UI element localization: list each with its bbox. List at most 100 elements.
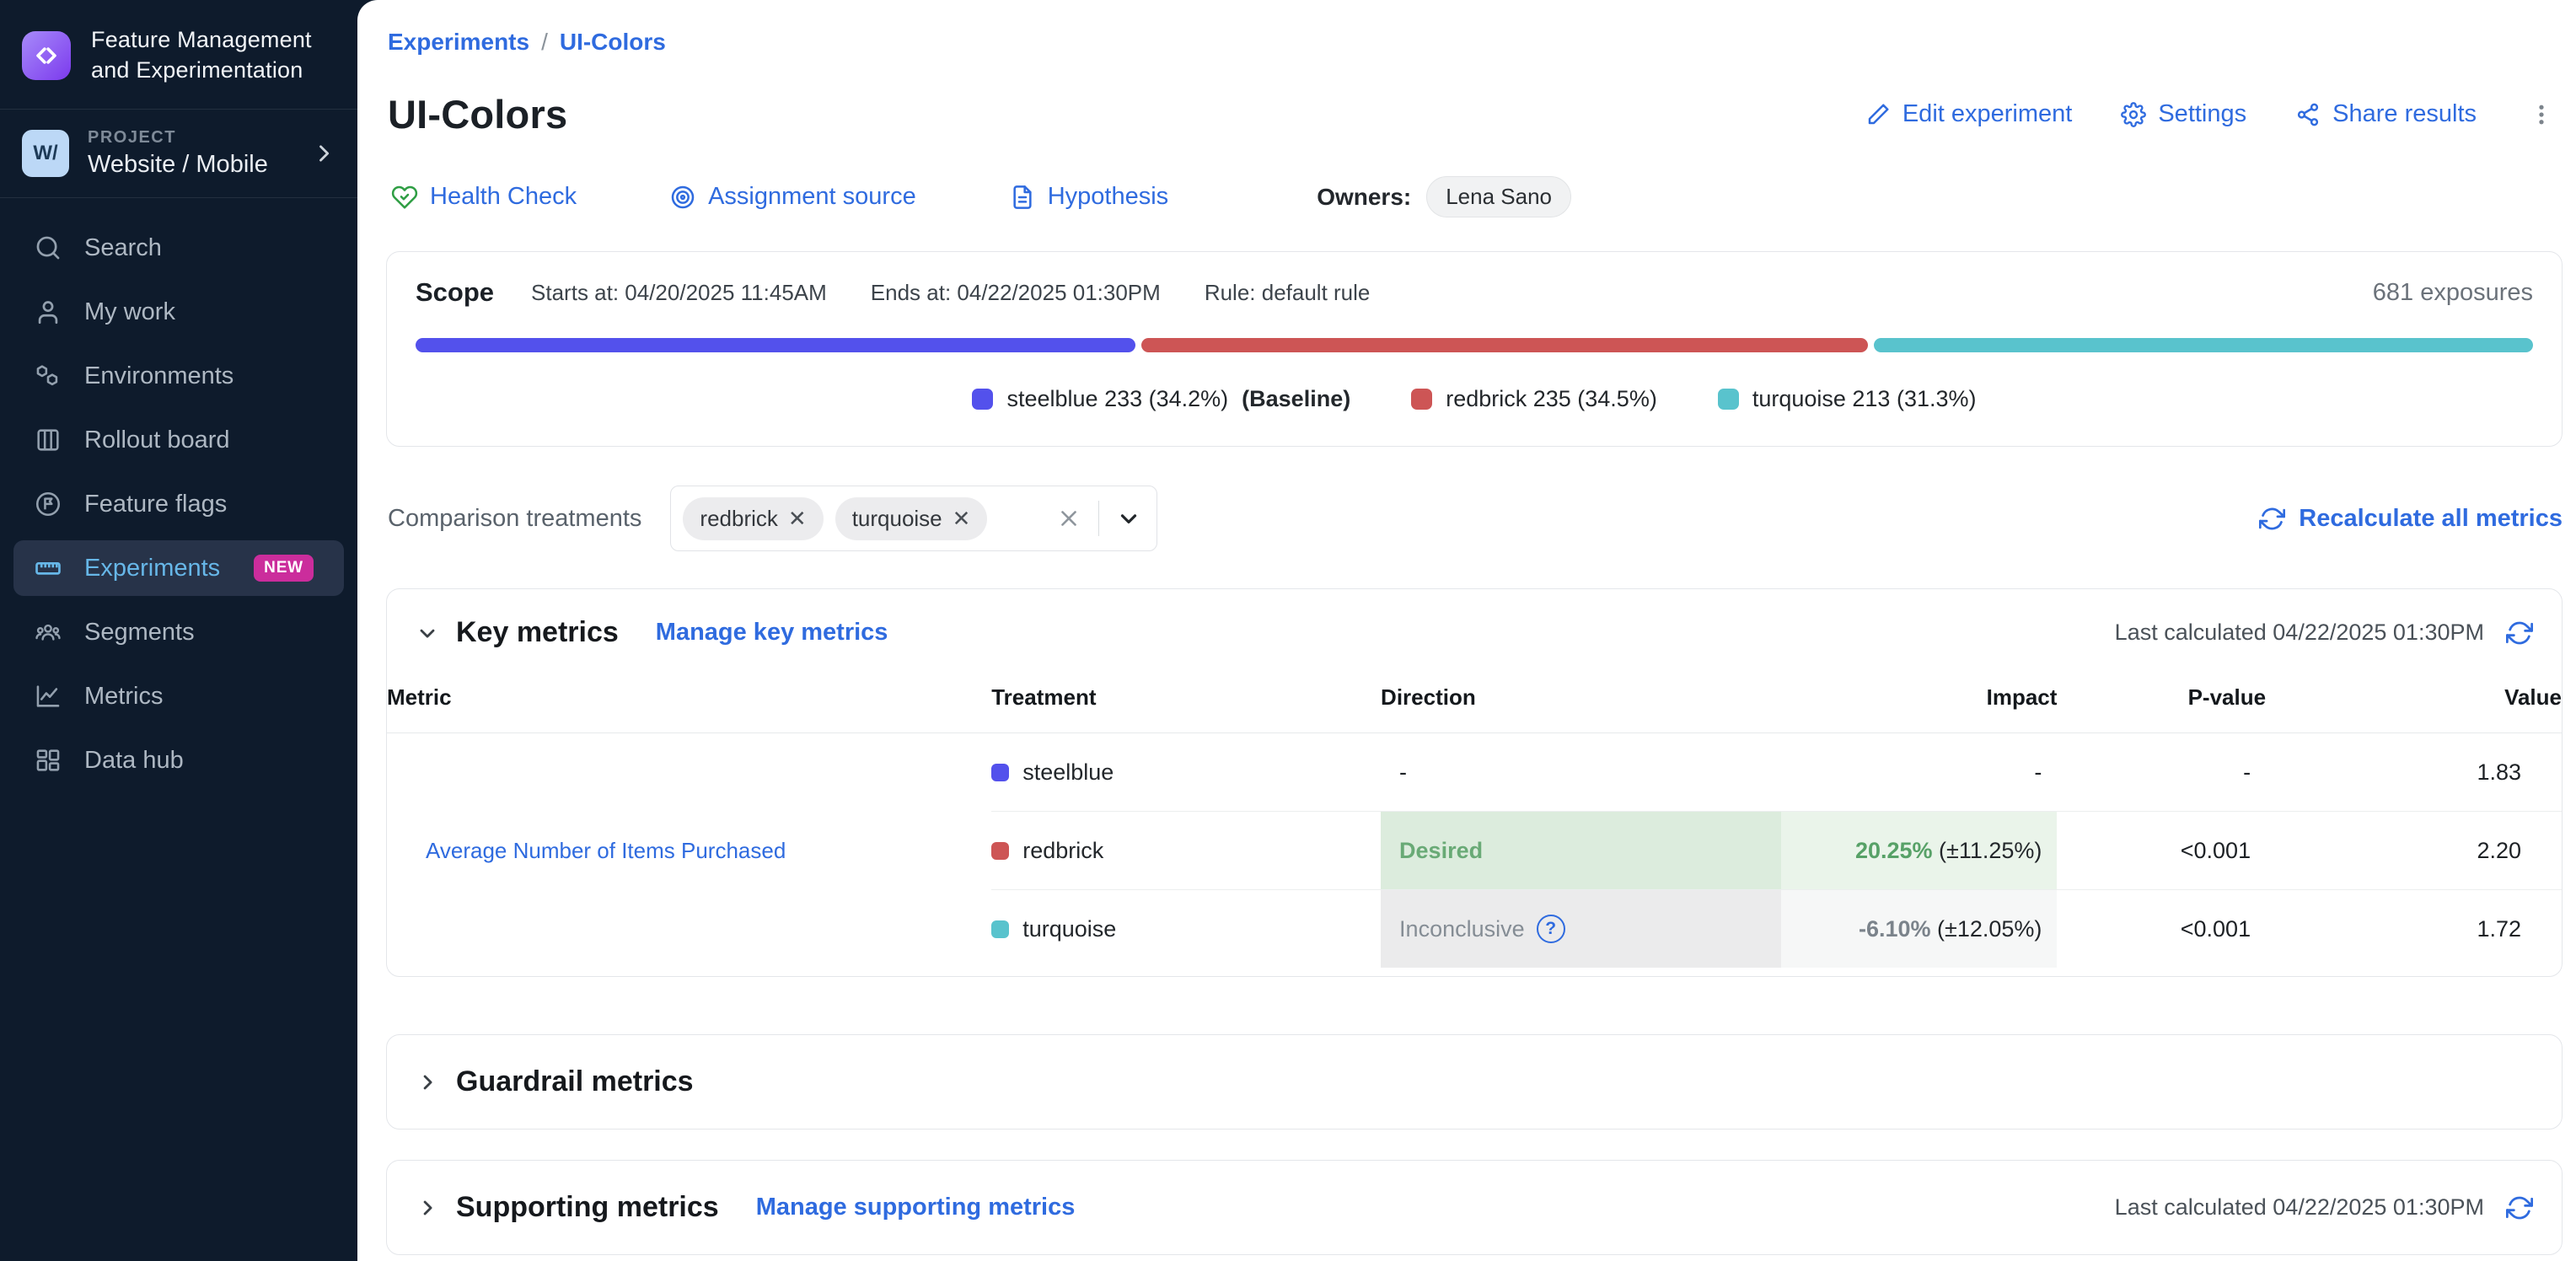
- impact-cell-desired: 20.25% (±11.25%): [1781, 812, 2058, 890]
- sidebar-item-experiments[interactable]: Experiments NEW: [13, 540, 344, 596]
- column-header-impact: Impact: [1781, 676, 2058, 733]
- sidebar-item-data-hub[interactable]: Data hub: [13, 732, 344, 788]
- main-content: Experiments / UI-Colors UI-Colors Edit e…: [357, 0, 2576, 1261]
- refresh-icon[interactable]: [2506, 620, 2533, 647]
- help-question-icon[interactable]: ?: [1537, 915, 1565, 943]
- pencil-icon: [1865, 102, 1891, 127]
- direction-cell: -: [1381, 733, 1781, 812]
- new-badge: NEW: [254, 555, 314, 582]
- sidebar-item-search[interactable]: Search: [13, 220, 344, 276]
- value-cell: 1.83: [2266, 733, 2562, 812]
- recalculate-all-metrics-button[interactable]: Recalculate all metrics: [2259, 505, 2563, 533]
- sidebar: Feature Management and Experimentation W…: [0, 0, 357, 1261]
- distribution-legend: steelblue 233 (34.2%) (Baseline) redbric…: [416, 386, 2533, 412]
- chevron-down-icon[interactable]: [1116, 506, 1141, 531]
- sidebar-item-rollout-board[interactable]: Rollout board: [13, 412, 344, 468]
- scope-title: Scope: [416, 277, 494, 308]
- document-icon: [1009, 184, 1036, 211]
- exposures-count: 681 exposures: [2373, 279, 2533, 307]
- direction-cell-inconclusive: Inconclusive ?: [1381, 890, 1781, 969]
- turquoise-swatch: [1718, 389, 1739, 410]
- app-logo-row[interactable]: Feature Management and Experimentation: [0, 0, 357, 109]
- impact-cell-inconclusive: -6.10% (±12.05%): [1781, 890, 2058, 969]
- key-metrics-table: Metric Treatment Direction Impact P-valu…: [387, 676, 2562, 968]
- clear-all-icon[interactable]: [1056, 506, 1081, 531]
- baseline-tag: (Baseline): [1242, 386, 1350, 412]
- user-icon: [34, 298, 62, 326]
- project-switcher[interactable]: W/ PROJECT Website / Mobile: [0, 110, 357, 197]
- page-title: UI-Colors: [388, 91, 567, 137]
- chip-redbrick: redbrick ✕: [683, 497, 823, 540]
- sidebar-item-environments[interactable]: Environments: [13, 348, 344, 404]
- sidebar-nav: Search My work Environments Rollout boar…: [0, 198, 357, 810]
- legend-item-steelblue: steelblue 233 (34.2%) (Baseline): [972, 386, 1350, 412]
- hexagons-icon: [34, 362, 62, 390]
- manage-key-metrics-link[interactable]: Manage key metrics: [656, 619, 888, 647]
- breadcrumb: Experiments / UI-Colors: [386, 29, 2563, 56]
- direction-cell-desired: Desired: [1381, 812, 1781, 890]
- legend-item-turquoise: turquoise 213 (31.3%): [1718, 386, 1977, 412]
- scope-rule: Rule: default rule: [1205, 280, 1371, 306]
- impact-cell: -: [1781, 733, 2058, 812]
- p-value-cell: <0.001: [2057, 890, 2266, 969]
- comparison-treatments-row: Comparison treatments redbrick ✕ turquoi…: [386, 486, 2563, 551]
- treatments-multiselect[interactable]: redbrick ✕ turquoise ✕: [670, 486, 1157, 551]
- app-title: Feature Management and Experimentation: [91, 25, 312, 85]
- collapse-chevron-right-icon[interactable]: [416, 1196, 439, 1220]
- supporting-metrics-title: Supporting metrics: [456, 1191, 719, 1224]
- settings-button[interactable]: Settings: [2121, 100, 2246, 128]
- gear-icon: [2121, 102, 2146, 127]
- collapse-chevron-right-icon[interactable]: [416, 1071, 439, 1094]
- sidebar-item-segments[interactable]: Segments: [13, 604, 344, 660]
- board-columns-icon: [34, 426, 62, 454]
- table-row-steelblue: Average Number of Items Purchased steelb…: [387, 733, 2562, 812]
- breadcrumb-current-link[interactable]: UI-Colors: [560, 29, 666, 56]
- project-label: PROJECT: [88, 128, 293, 148]
- breadcrumb-separator: /: [541, 29, 548, 56]
- share-results-button[interactable]: Share results: [2295, 100, 2477, 128]
- app-logo-icon: [22, 31, 71, 80]
- scope-starts-at: Starts at: 04/20/2025 11:45AM: [531, 280, 827, 306]
- assignment-source-link[interactable]: Assignment source: [669, 183, 916, 211]
- chip-turquoise: turquoise ✕: [835, 497, 988, 540]
- sidebar-item-metrics[interactable]: Metrics: [13, 668, 344, 724]
- remove-chip-icon[interactable]: ✕: [953, 507, 971, 529]
- target-icon: [669, 184, 696, 211]
- more-options-kebab-icon[interactable]: [2520, 100, 2563, 129]
- last-calculated-text: Last calculated 04/22/2025 01:30PM: [2115, 1194, 2484, 1221]
- project-name: Website / Mobile: [88, 151, 293, 179]
- edit-experiment-button[interactable]: Edit experiment: [1865, 100, 2073, 128]
- manage-supporting-metrics-link[interactable]: Manage supporting metrics: [756, 1194, 1076, 1221]
- hypothesis-link[interactable]: Hypothesis: [1009, 183, 1168, 211]
- redbrick-dot: [991, 842, 1009, 860]
- sidebar-item-my-work[interactable]: My work: [13, 284, 344, 340]
- remove-chip-icon[interactable]: ✕: [788, 507, 807, 529]
- collapse-chevron-down-icon[interactable]: [416, 621, 439, 645]
- chevron-right-icon: [312, 142, 335, 165]
- data-hub-icon: [34, 746, 62, 775]
- flag-circle-icon: [34, 490, 62, 518]
- search-icon: [34, 233, 62, 262]
- breadcrumb-experiments-link[interactable]: Experiments: [388, 29, 529, 56]
- column-header-metric: Metric: [387, 676, 991, 733]
- steelblue-swatch: [972, 389, 993, 410]
- turquoise-dot: [991, 920, 1009, 938]
- guardrail-metrics-title: Guardrail metrics: [456, 1065, 694, 1098]
- last-calculated-text: Last calculated 04/22/2025 01:30PM: [2115, 620, 2484, 646]
- column-header-p-value: P-value: [2057, 676, 2266, 733]
- sidebar-item-feature-flags[interactable]: Feature flags: [13, 476, 344, 532]
- column-header-value: Value: [2266, 676, 2562, 733]
- p-value-cell: -: [2057, 733, 2266, 812]
- scope-card: Scope Starts at: 04/20/2025 11:45AM Ends…: [386, 251, 2563, 447]
- refresh-icon[interactable]: [2506, 1194, 2533, 1221]
- column-header-direction: Direction: [1381, 676, 1781, 733]
- distribution-segment-steelblue: [416, 338, 1135, 352]
- redbrick-swatch: [1411, 389, 1432, 410]
- guardrail-metrics-card: Guardrail metrics: [386, 1034, 2563, 1130]
- ruler-icon: [34, 554, 62, 582]
- owner-pill[interactable]: Lena Sano: [1426, 176, 1571, 217]
- legend-item-redbrick: redbrick 235 (34.5%): [1411, 386, 1657, 412]
- key-metrics-card: Key metrics Manage key metrics Last calc…: [386, 588, 2563, 977]
- metric-name-link[interactable]: Average Number of Items Purchased: [426, 838, 786, 863]
- health-check-link[interactable]: Health Check: [391, 183, 577, 211]
